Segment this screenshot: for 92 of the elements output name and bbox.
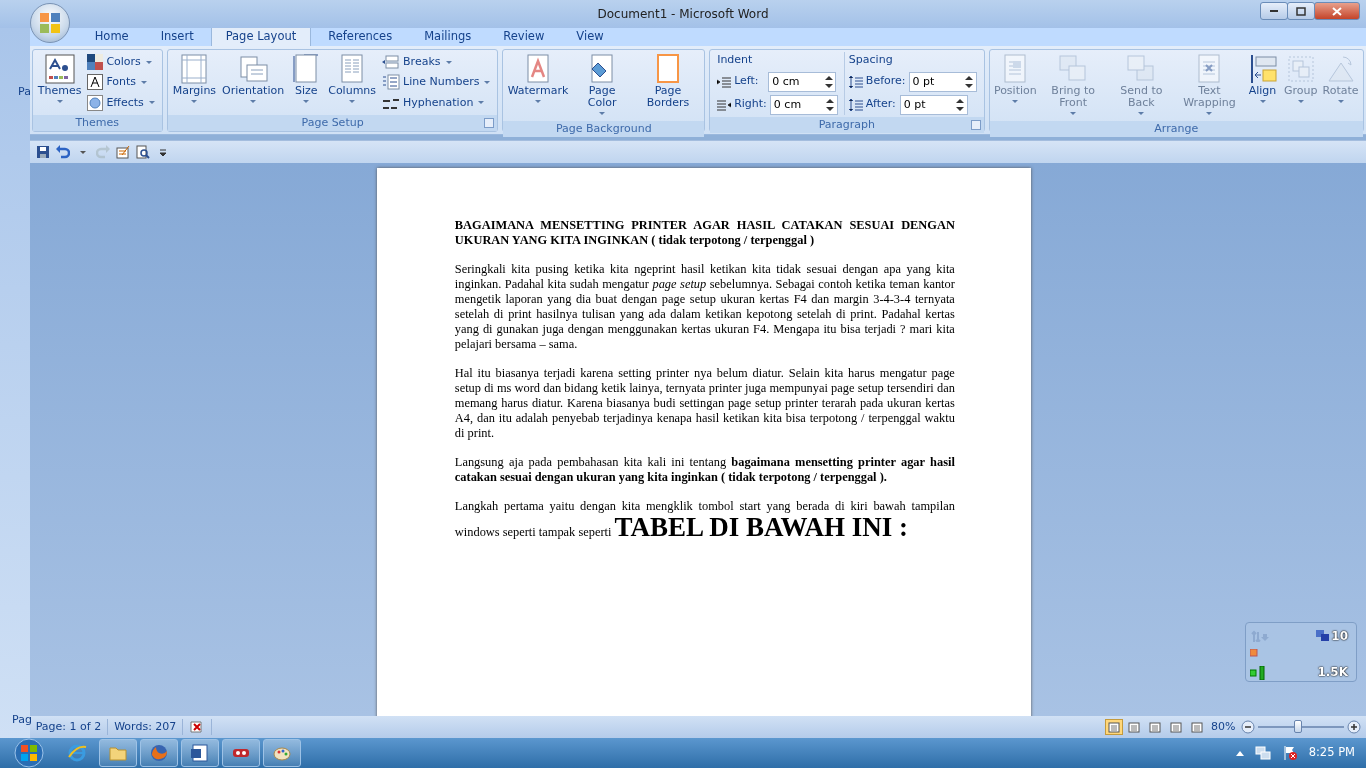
field-label: Before: [865, 73, 906, 90]
view-button[interactable] [1104, 719, 1123, 735]
ribbon-button[interactable]: Hyphenation [380, 93, 495, 113]
close-button[interactable] [1314, 2, 1360, 20]
dialog-launcher-button[interactable] [484, 118, 495, 128]
browser-icon [149, 743, 169, 763]
ribbon-button[interactable]: Page Color [571, 52, 633, 119]
ribbon-tab[interactable]: Review [488, 24, 560, 46]
paragraph: Hal itu biasanya terjadi karena setting printer nya belum diatur. Selain kita harus mengatur page setup di ms word dan bidang ketik lainya, ternyata printer juga mempunyai page setup tersendiri dan memang harus diatur. Karena biasanya budi settingan page setup printer terarah pada ukuran kertas A4, dan itu adalah penyebab terjadinya kenapa hasil ketikan kita bisa terpotong / terpenggal waktu di print. [454, 366, 955, 441]
paragraph: Langsung aja pada pembahasan kita kali ini tentang bagaimana mensetting printer agar hasil catakan sesuai dengan ukuran yang kita inginkan ( tidak terpotong / terpenggal ). [454, 455, 955, 485]
window-stack-icon [1316, 630, 1330, 642]
office-logo-icon [38, 11, 62, 35]
taskbar-button[interactable] [222, 739, 260, 767]
clock[interactable]: 8:25 PM [1308, 744, 1355, 762]
window-title: Document1 - Microsoft Word [597, 6, 769, 23]
background-window-text: Pa [18, 84, 31, 100]
document-heading: BAGAIMANA MENSETTING PRINTER AGAR HASIL CATAKAN SESUAI DENGAN UKURAN YANG KITA INGINKAN ( tidak terpotong / terpenggal ) [454, 218, 955, 248]
flag-warning-icon [1281, 745, 1298, 761]
ribbon-button[interactable]: Themes [35, 52, 84, 113]
section-heading: Spacing [848, 52, 894, 68]
indent-right-icon [717, 98, 732, 111]
minimize-icon [1270, 10, 1278, 12]
ribbon-button[interactable]: Effects [85, 93, 159, 113]
paragraph: Langkah pertama yaitu dengan kita mengklik tombol start yang berada di kiri bawah tampilan windows seperti tampak seperti TABEL DI BAWAH INI : [454, 499, 955, 541]
pages-icon [237, 53, 270, 85]
paragraph: Seringkali kita pusing ketika kita ngeprint hasil ketikan kita tidak sesuai dengan apa yang kita inginkan. Padahal kita sudah mengatur page setup sebelumnya. Sebagai contoh ketika teman kantor mengetik laporan yang dia buat dengan page setup ukuran kertas F4 dan margin 3-4-3-4 ternyata setelah di print hasilnya tulisan yang ada dalam ketikan kepotong setelah di print. Padahal kertas yang di gunakan juga dengan menggunakan kertas ukuran F4. Mengapa itu bisa terjadi ? mari kita pelajari bersama – sama. [454, 262, 955, 352]
ribbon-tab[interactable]: Mailings [409, 24, 487, 46]
ribbon-tab[interactable]: View [561, 24, 619, 46]
zoom-in-button[interactable] [1346, 720, 1361, 734]
activity-meter-icon [1250, 666, 1266, 680]
ribbon-button[interactable]: Breaks [380, 52, 495, 72]
group-label: Arrange [1154, 122, 1199, 135]
color-swatch-icon [87, 54, 104, 71]
taskbar-button[interactable] [181, 739, 219, 767]
ribbon-button[interactable]: Page Borders [634, 52, 702, 119]
zoom-slider-thumb[interactable] [1294, 720, 1303, 733]
upload-count: 10 [1331, 628, 1348, 645]
undo-button[interactable] [55, 145, 70, 159]
indent-left-icon [717, 75, 732, 88]
ribbon-button[interactable]: Colors [85, 52, 159, 72]
background-window-text: Pag [12, 712, 32, 728]
group-label: Themes [75, 116, 120, 129]
toolbar-glyph-icon [115, 145, 130, 159]
download-count: 1.5K [1317, 664, 1348, 681]
network-icon [1254, 745, 1271, 761]
browser-icon [67, 743, 87, 763]
restore-icon [1295, 5, 1307, 17]
word-count: Words: 207 [108, 718, 184, 736]
ribbon-button[interactable]: Margins [170, 52, 219, 113]
taskbar-button[interactable] [140, 739, 178, 767]
ribbon-tab[interactable]: Home [79, 24, 144, 46]
field-label: Right: [734, 96, 767, 113]
ribbon-button[interactable]: Line Numbers [380, 73, 495, 92]
ribbon-button[interactable]: Size [288, 52, 325, 113]
ribbon-button[interactable]: Fonts [85, 73, 159, 92]
group-label: Page Setup [301, 116, 364, 129]
print-preview-button[interactable] [135, 145, 150, 159]
dialog-launcher-button[interactable] [970, 119, 981, 130]
toolbar-glyph-icon [95, 145, 110, 159]
font-icon [87, 74, 104, 91]
spacing-after-icon [848, 97, 863, 112]
ribbon-tab[interactable]: References [313, 24, 408, 46]
zoom-percent: 80% [1211, 718, 1236, 735]
ribbon-button[interactable]: Orientation [220, 52, 287, 113]
group-label: Paragraph [818, 117, 875, 131]
ribbon-button[interactable]: Columns [326, 52, 379, 113]
transfer-arrows-icon [1251, 630, 1271, 642]
minimize-button[interactable] [1260, 2, 1288, 20]
field-label: Left: [734, 73, 759, 90]
theme-preview-icon [43, 53, 76, 85]
toolbar-glyph-icon [55, 145, 70, 159]
section-heading: Indent [717, 52, 754, 68]
field-label: After: [865, 96, 896, 113]
show-hidden-icons-icon [1235, 750, 1244, 756]
taskbar-button[interactable] [263, 739, 301, 767]
toolbar-glyph-icon [35, 145, 50, 159]
ribbon-button[interactable]: Align [1244, 52, 1281, 119]
ribbon-tab[interactable]: Insert [145, 24, 209, 46]
ribbon-button[interactable]: Watermark [506, 52, 570, 119]
circle-effect-icon [87, 94, 104, 111]
spacing-before-icon [848, 74, 863, 89]
close-icon [1331, 5, 1343, 17]
page-break-icon [382, 55, 401, 70]
group-label: Page Background [555, 122, 652, 135]
zoom-out-button[interactable] [1241, 720, 1255, 734]
start-button[interactable] [11, 738, 47, 768]
maximize-button[interactable] [1287, 2, 1315, 20]
line-numbers-icon [382, 74, 401, 91]
toolbar-glyph-icon [135, 145, 150, 159]
document-icon [190, 743, 210, 763]
edit-button[interactable] [115, 145, 130, 159]
save-button[interactable] [35, 145, 50, 159]
